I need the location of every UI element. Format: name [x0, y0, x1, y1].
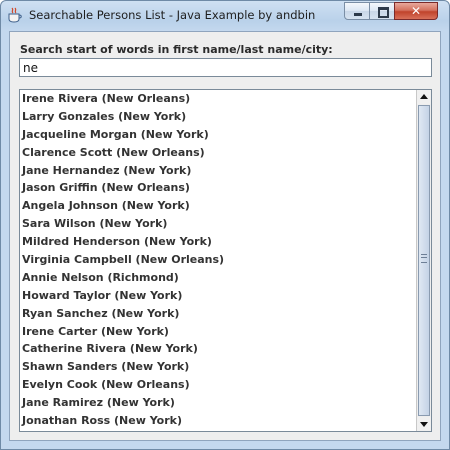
- persons-list-items: Irene Rivera (New Orleans) Larry Gonzales…: [20, 90, 416, 431]
- arrow-down-icon: [420, 422, 428, 427]
- minimize-icon: [354, 13, 362, 16]
- close-icon: ✕: [410, 4, 422, 18]
- content-panel: Search start of words in first name/last…: [9, 31, 441, 441]
- grip-icon: [421, 254, 427, 263]
- persons-list[interactable]: Irene Rivera (New Orleans) Larry Gonzales…: [19, 89, 432, 432]
- close-button[interactable]: ✕: [394, 2, 438, 20]
- scrollbar-thumb[interactable]: [418, 105, 430, 416]
- list-item[interactable]: Jane Hernandez (New York): [20, 162, 416, 180]
- search-input[interactable]: [19, 58, 432, 77]
- list-item[interactable]: Mildred Henderson (New York): [20, 233, 416, 251]
- list-item[interactable]: Jason Griffin (New Orleans): [20, 179, 416, 197]
- scroll-down-button[interactable]: [417, 417, 431, 431]
- java-cup-icon[interactable]: [8, 7, 22, 23]
- list-item[interactable]: Jane Ramirez (New York): [20, 394, 416, 412]
- list-item[interactable]: Angela Johnson (New York): [20, 197, 416, 215]
- title-bar[interactable]: Searchable Persons List - Java Example b…: [1, 1, 449, 31]
- minimize-button[interactable]: [344, 2, 370, 20]
- list-item[interactable]: Irene Rivera (New Orleans): [20, 90, 416, 108]
- list-item[interactable]: Clarence Scott (New Orleans): [20, 144, 416, 162]
- list-item[interactable]: Jacqueline Morgan (New York): [20, 126, 416, 144]
- window-title: Searchable Persons List - Java Example b…: [29, 8, 316, 22]
- list-item[interactable]: Ryan Sanchez (New York): [20, 305, 416, 323]
- app-window: Searchable Persons List - Java Example b…: [0, 0, 450, 450]
- list-item[interactable]: Howard Taylor (New York): [20, 287, 416, 305]
- vertical-scrollbar[interactable]: [416, 90, 431, 431]
- scroll-up-button[interactable]: [417, 90, 431, 104]
- list-item[interactable]: Evelyn Cook (New Orleans): [20, 376, 416, 394]
- list-item[interactable]: Sara Wilson (New York): [20, 215, 416, 233]
- list-item[interactable]: Jonathan Ross (New York): [20, 412, 416, 430]
- list-item[interactable]: Irene Carter (New York): [20, 323, 416, 341]
- list-item[interactable]: Annie Nelson (Richmond): [20, 269, 416, 287]
- list-item[interactable]: Catherine Rivera (New York): [20, 340, 416, 358]
- arrow-up-icon: [420, 94, 428, 99]
- search-label: Search start of words in first name/last…: [20, 43, 333, 56]
- list-item[interactable]: Virginia Campbell (New Orleans): [20, 251, 416, 269]
- maximize-button[interactable]: [369, 2, 395, 20]
- list-item[interactable]: Shawn Sanders (New York): [20, 358, 416, 376]
- list-item[interactable]: Larry Gonzales (New York): [20, 108, 416, 126]
- maximize-icon: [378, 7, 389, 18]
